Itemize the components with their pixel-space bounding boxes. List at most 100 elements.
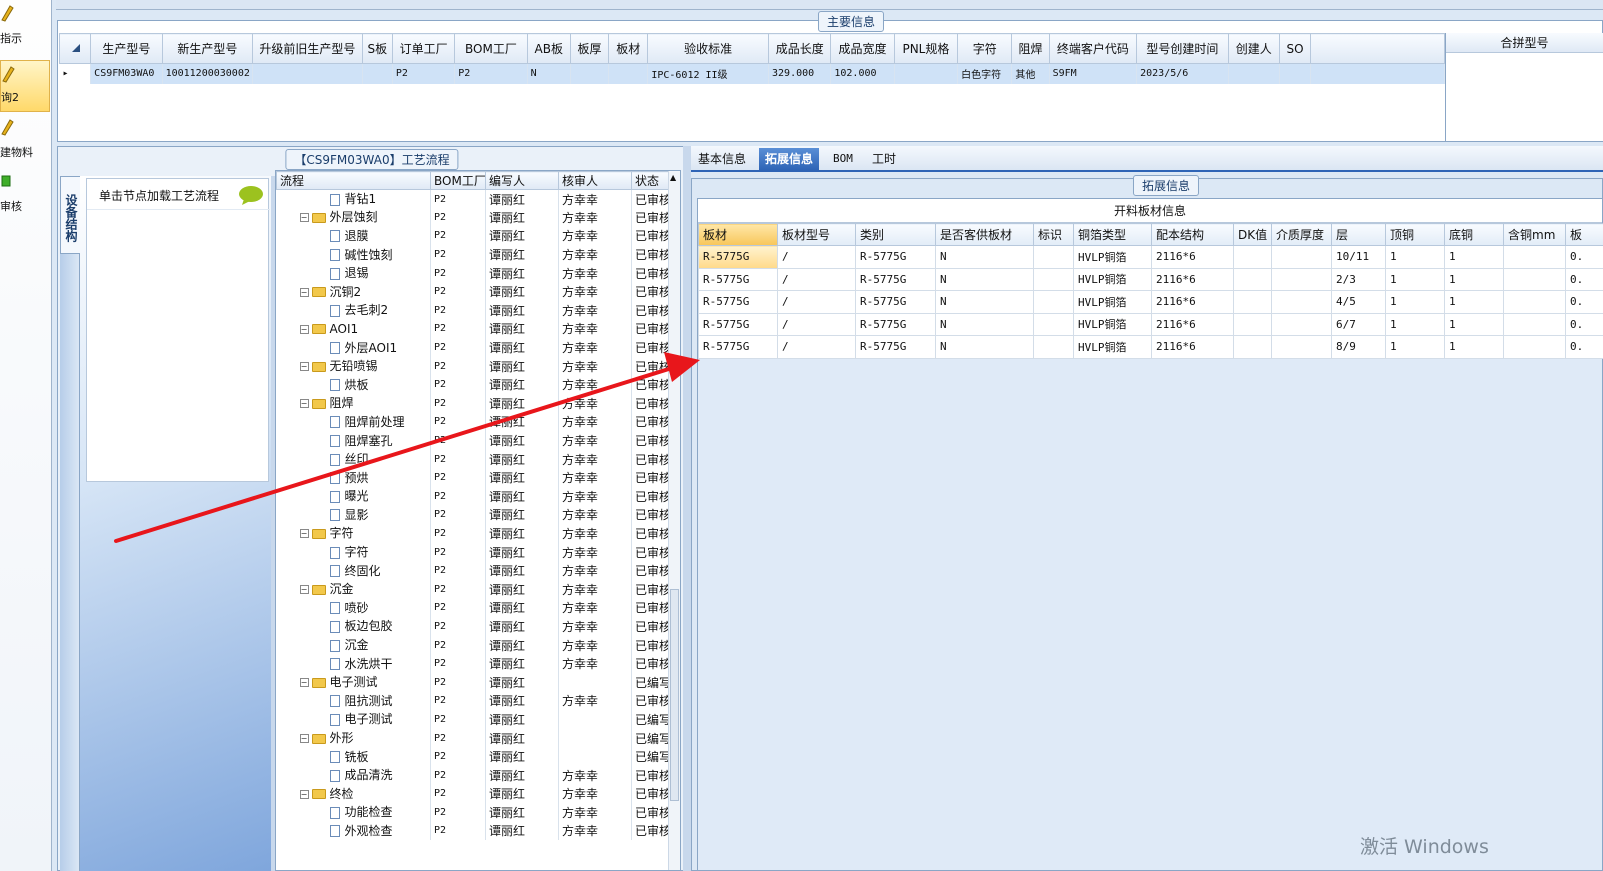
tree-node-cell[interactable]: 曝光 (276, 487, 431, 506)
cell-status[interactable]: 已审核 (631, 319, 669, 339)
col-header[interactable]: 板厚 (569, 33, 610, 64)
tree-node-cell[interactable]: 沉金 (276, 635, 431, 655)
cell-factory[interactable]: P2 (430, 226, 486, 246)
cell-writer[interactable]: 谭丽红 (485, 598, 559, 618)
cell-factory[interactable]: P2 (430, 635, 486, 655)
cell-reviewer[interactable]: 方幸幸 (558, 319, 632, 339)
cell-reviewer[interactable]: 方幸幸 (558, 468, 632, 487)
cell-status[interactable]: 已审核 (631, 226, 669, 246)
cell-factory[interactable]: P2 (430, 579, 486, 599)
cell[interactable] (1271, 267, 1332, 291)
tree-scrollbar[interactable]: ▲ (668, 171, 680, 870)
tree-node-cell[interactable]: − 沉铜2 (276, 282, 431, 302)
col-header[interactable]: 型号创建时间 (1136, 33, 1229, 64)
cell-reviewer[interactable]: 方幸幸 (558, 635, 632, 655)
tree-node-cell[interactable]: − 外形 (276, 728, 431, 748)
collapse-toggle-icon[interactable]: − (299, 362, 309, 372)
cell-reviewer[interactable]: 方幸幸 (558, 301, 632, 320)
nav-item-3[interactable]: 审核 (0, 168, 50, 220)
cell-writer[interactable]: 谭丽红 (485, 524, 559, 543)
cell[interactable] (252, 63, 363, 84)
cell-writer[interactable]: 谭丽红 (485, 282, 559, 302)
col-header[interactable]: 创建人 (1227, 33, 1280, 64)
cell-factory[interactable]: P2 (430, 505, 486, 525)
tree-row[interactable]: 功能检查 P2 谭丽红 方幸幸 已审核 (276, 803, 669, 822)
cell-status[interactable]: 已审核 (631, 301, 669, 320)
tree-node-cell[interactable]: 喷砂 (276, 598, 431, 618)
cell-status[interactable]: 已审核 (631, 542, 669, 562)
cell-factory[interactable]: P2 (430, 765, 486, 785)
col-header[interactable]: 新生产型号 (161, 33, 254, 64)
cell-reviewer[interactable]: 方幸幸 (558, 691, 632, 711)
cell[interactable]: 1 (1444, 290, 1504, 314)
cell[interactable]: / (777, 290, 856, 314)
tree-node-cell[interactable]: 功能检查 (276, 803, 431, 822)
cell-factory[interactable]: P2 (430, 263, 486, 283)
cell[interactable]: 0. (1565, 267, 1603, 291)
tab-bom[interactable]: BOM (827, 148, 859, 170)
cell[interactable]: / (777, 312, 856, 336)
cell[interactable]: HVLP铜箔 (1073, 245, 1152, 269)
cell[interactable]: R-5775G (698, 312, 778, 336)
cell-writer[interactable]: 谭丽红 (485, 505, 559, 525)
cell[interactable]: 0. (1565, 312, 1603, 336)
cell[interactable]: R-5775G (855, 267, 936, 291)
cell-factory[interactable]: P2 (430, 245, 486, 264)
side-tab-device-structure[interactable]: 设备结构 (60, 176, 80, 254)
cell[interactable]: 1 (1385, 290, 1445, 314)
cell[interactable]: N (527, 63, 571, 84)
cell[interactable]: 0. (1565, 335, 1603, 359)
cell[interactable] (1233, 245, 1272, 269)
tree-node-cell[interactable]: 成品清洗 (276, 765, 431, 785)
col-header[interactable]: AB板 (526, 33, 571, 64)
table-row[interactable]: R-5775G / R-5775G N HVLP铜箔 2116*6 10/11 1 1 0. (698, 245, 1603, 269)
col-header[interactable]: 板材 (608, 33, 649, 64)
cell[interactable] (570, 63, 610, 84)
cell-factory[interactable]: P2 (430, 487, 486, 506)
cell[interactable]: HVLP铜箔 (1073, 312, 1152, 336)
cell[interactable]: R-5775G (855, 335, 936, 359)
cell[interactable]: R-5775G (698, 267, 778, 291)
cell[interactable]: S9FM (1049, 63, 1138, 84)
cell-status[interactable]: 已编写 (631, 672, 669, 692)
cell[interactable]: N (935, 290, 1034, 314)
cell-status[interactable]: 已审核 (631, 579, 669, 599)
cell[interactable]: HVLP铜箔 (1073, 335, 1152, 359)
table-row[interactable]: R-5775G / R-5775G N HVLP铜箔 2116*6 8/9 1 1 0. (698, 335, 1603, 359)
cell[interactable] (1503, 335, 1566, 359)
cell-reviewer[interactable]: 方幸幸 (558, 803, 632, 822)
cell[interactable] (362, 63, 393, 84)
cell-reviewer[interactable]: 方幸幸 (558, 542, 632, 562)
tree-row[interactable]: − 终检 P2 谭丽红 方幸幸 已审核 (276, 784, 669, 804)
tab-basic-info[interactable]: 基本信息 (692, 148, 752, 170)
col-header[interactable]: BOM工厂 (454, 33, 528, 64)
cell[interactable]: / (777, 245, 856, 269)
cell-writer[interactable]: 谭丽红 (485, 803, 559, 822)
collapse-toggle-icon[interactable]: − (299, 399, 309, 409)
nav-item-1[interactable]: 询2 (0, 60, 50, 112)
cell[interactable]: R-5775G (855, 290, 936, 314)
cell-reviewer[interactable]: 方幸幸 (558, 617, 632, 636)
cell[interactable] (1503, 290, 1566, 314)
cell[interactable] (1033, 290, 1074, 314)
cell-status[interactable]: 已审核 (631, 412, 669, 432)
cell-reviewer[interactable]: 方幸幸 (558, 524, 632, 543)
scrollbar-thumb[interactable] (670, 589, 679, 801)
cell[interactable]: N (935, 312, 1034, 336)
cell[interactable]: 329.000 (768, 63, 832, 84)
tab-extended-info[interactable]: 拓展信息 (759, 148, 820, 170)
cell-writer[interactable]: 谭丽红 (485, 821, 559, 841)
tree-node-cell[interactable]: − 阻焊 (276, 394, 431, 413)
cell-reviewer[interactable]: 方幸幸 (558, 208, 632, 227)
cell-writer[interactable]: 谭丽红 (485, 189, 559, 209)
tree-row[interactable]: 碱性蚀刻 P2 谭丽红 方幸幸 已审核 (276, 245, 669, 264)
cell-reviewer[interactable]: 方幸幸 (558, 784, 632, 804)
tree-row[interactable]: − 字符 P2 谭丽红 方幸幸 已审核 (276, 524, 669, 543)
cell[interactable]: 6/7 (1331, 312, 1386, 336)
nav-item-0[interactable]: 指示 (0, 0, 50, 52)
tree-row[interactable]: 电子测试 P2 谭丽红 已编写 (276, 710, 669, 729)
collapse-toggle-icon[interactable]: − (299, 678, 309, 688)
cell-factory[interactable]: P2 (430, 449, 486, 469)
cell-status[interactable]: 已审核 (631, 803, 669, 822)
tree-row[interactable]: 终固化 P2 谭丽红 方幸幸 已审核 (276, 561, 669, 580)
